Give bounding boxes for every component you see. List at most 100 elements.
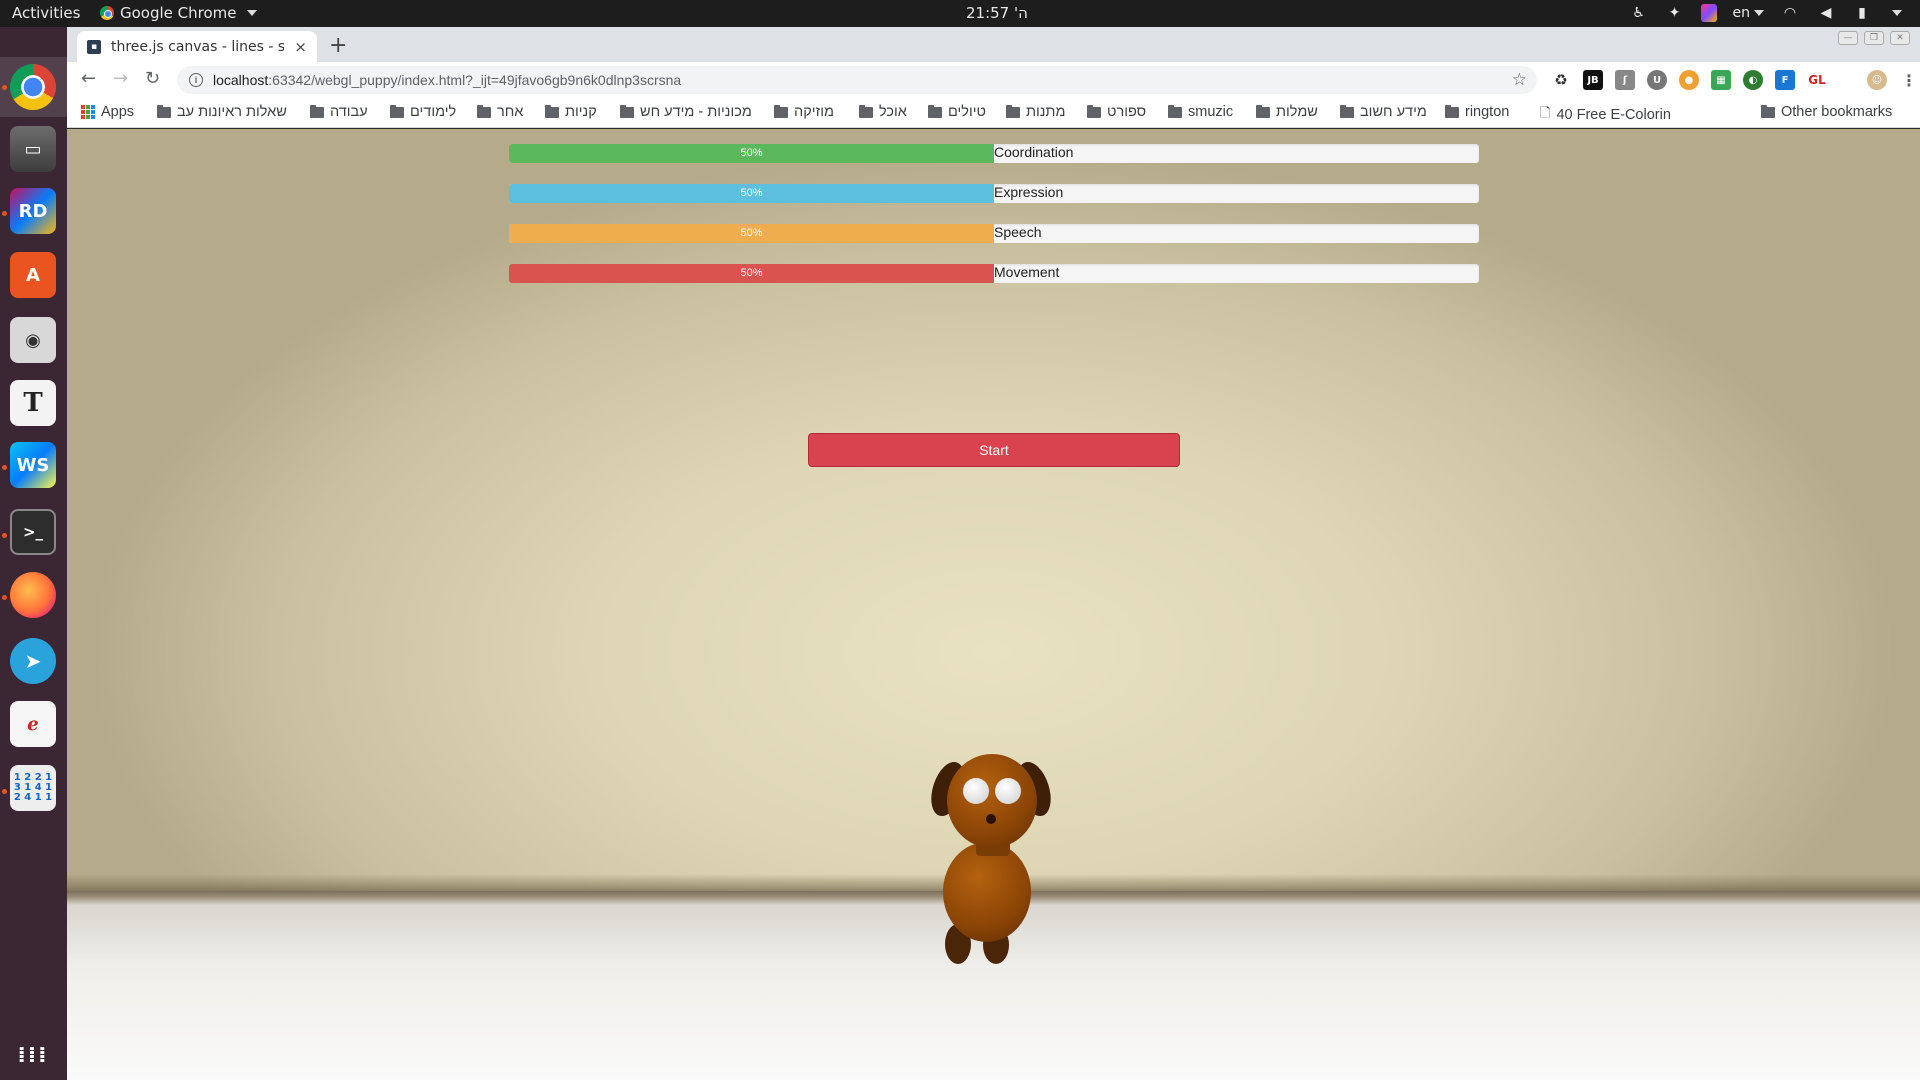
language-selector[interactable]: en <box>1732 3 1764 23</box>
bookmark-folder[interactable]: ספורט <box>1087 104 1146 120</box>
files-icon[interactable]: ▭ <box>10 126 56 172</box>
document-viewer-icon[interactable]: ℯ <box>10 701 56 747</box>
site-info-icon[interactable]: i <box>189 73 203 87</box>
close-tab-icon[interactable]: × <box>294 38 307 56</box>
folder-icon <box>774 104 788 118</box>
folder-icon <box>310 104 324 118</box>
recycle-extension-icon[interactable]: ♻ <box>1551 70 1571 90</box>
bookmark-star-icon[interactable]: ☆ <box>1512 70 1527 90</box>
typora-icon[interactable]: T <box>10 380 56 426</box>
chevron-down-icon <box>246 10 257 16</box>
fl-extension-icon[interactable]: F <box>1775 70 1795 90</box>
puppy-model[interactable] <box>925 754 1063 964</box>
url-host: localhost <box>213 72 269 88</box>
browser-toolbar: ← → ↻ i localhost:63342/webgl_puppy/inde… <box>67 62 1920 98</box>
reload-button[interactable]: ↻ <box>145 68 160 89</box>
bookmark-folder[interactable]: מתנות <box>1006 104 1065 120</box>
top-bar: Activities Google Chrome 21:57 'ה ♿ ✦ en… <box>0 0 1920 27</box>
puppy-head <box>947 754 1037 848</box>
bookmark-folder[interactable]: טיולים <box>928 104 986 120</box>
bookmark-folder[interactable]: מכוניות - מידע חש <box>620 104 752 120</box>
url-path: :63342/webgl_puppy/index.html?_ijt=49jfa… <box>268 72 682 88</box>
other-bookmarks[interactable]: Other bookmarks <box>1761 104 1892 120</box>
skill-bar: 50% Speech <box>509 224 1479 243</box>
jetbrains-toolbox-icon[interactable] <box>1700 4 1717 22</box>
bookmark-folder[interactable]: קניות <box>545 104 597 120</box>
folder-icon <box>390 104 404 118</box>
bookmark-folder[interactable]: שאלות ראיונות עב <box>157 104 287 120</box>
bookmark-label: smuzic <box>1188 104 1234 120</box>
show-apps-icon[interactable]: ⁞⁞⁞ <box>10 1032 56 1078</box>
skill-bar-fill: 50% <box>509 184 994 203</box>
activities-button[interactable]: Activities <box>12 4 80 22</box>
ublock-extension-icon[interactable]: U <box>1647 70 1667 90</box>
running-indicator <box>2 465 7 470</box>
browser-tab[interactable]: ▪ three.js canvas - lines - sp × <box>77 31 317 62</box>
chrome-icon[interactable] <box>10 64 56 110</box>
forward-button[interactable]: → <box>113 68 128 89</box>
chevron-down-icon[interactable] <box>1892 10 1902 16</box>
wifi-icon[interactable]: ◠ <box>1780 3 1800 23</box>
address-bar[interactable]: i localhost:63342/webgl_puppy/index.html… <box>177 66 1537 94</box>
screenshot-icon[interactable]: ◉ <box>10 317 56 363</box>
language-label: en <box>1732 5 1751 21</box>
menu-kebab-icon[interactable]: ⋮ <box>1899 70 1919 90</box>
bookmark-folder[interactable]: עבודה <box>310 104 368 120</box>
puppy-body <box>943 842 1031 942</box>
page-icon: 🗋 <box>1540 105 1551 120</box>
folder-icon <box>859 104 873 118</box>
page-canvas[interactable]: 50% Coordination 50% Expression 50% Speech 50%… <box>67 129 1920 1080</box>
close-window-button[interactable]: ✕ <box>1890 31 1910 45</box>
rider-icon[interactable]: RD <box>10 188 56 234</box>
running-indicator <box>2 595 7 600</box>
maximize-button[interactable]: ❐ <box>1864 31 1884 45</box>
skill-bar: 50% Expression <box>509 184 1479 203</box>
sheets-extension-icon[interactable]: ▦ <box>1711 70 1731 90</box>
bookmark-label: Other bookmarks <box>1781 104 1893 120</box>
accessibility-icon[interactable]: ♿ <box>1629 3 1649 23</box>
bookmark-folder[interactable]: rington <box>1445 104 1509 120</box>
bookmark-folder[interactable]: לימודים <box>390 104 456 120</box>
telegram-icon[interactable]: ➤ <box>10 638 56 684</box>
app-menu[interactable]: Google Chrome <box>100 4 257 22</box>
jetbrains-extension-icon[interactable]: JB <box>1583 70 1603 90</box>
running-indicator <box>2 85 7 90</box>
back-button[interactable]: ← <box>81 68 96 89</box>
start-button[interactable]: Start <box>808 433 1180 467</box>
bookmark-apps[interactable]: Apps <box>81 104 134 120</box>
bookmark-folder[interactable]: מוזיקה <box>774 104 834 120</box>
clock[interactable]: 21:57 'ה <box>966 4 1028 22</box>
bookmark-page[interactable]: 🗋 40 Free E-Colorin <box>1540 104 1671 126</box>
profile-avatar[interactable]: ☺ <box>1867 70 1887 90</box>
bookmark-label: אוכל <box>879 104 907 120</box>
bookmark-label: טיולים <box>948 104 986 120</box>
script-extension-icon[interactable]: ʃ <box>1615 70 1635 90</box>
skill-bar-label: Coordination <box>994 144 1074 160</box>
skill-bar-label: Movement <box>994 264 1060 280</box>
bookmark-folder[interactable]: שמלות <box>1256 104 1318 120</box>
bookmark-folder[interactable]: אחר <box>477 104 523 120</box>
bookmark-folder[interactable]: מידע חשוב <box>1340 104 1427 120</box>
bookmark-folder[interactable]: smuzic <box>1168 104 1233 120</box>
dropbox-icon[interactable]: ✦ <box>1665 3 1685 23</box>
running-indicator <box>2 789 7 794</box>
minimize-button[interactable]: — <box>1838 31 1858 45</box>
volume-icon[interactable]: ◀ <box>1816 3 1836 23</box>
terminal-icon[interactable]: >_ <box>10 509 56 555</box>
puppy-eye <box>963 778 989 804</box>
gl-extension-icon[interactable]: GL <box>1807 70 1827 90</box>
folder-icon <box>1761 104 1775 118</box>
webstorm-icon[interactable]: WS <box>10 442 56 488</box>
software-center-icon[interactable]: A <box>10 252 56 298</box>
new-tab-button[interactable]: + <box>329 33 347 58</box>
bookmark-label: עבודה <box>330 104 368 120</box>
bookmark-label: מידע חשוב <box>1360 104 1427 120</box>
bookmark-label: ספורט <box>1107 104 1147 120</box>
firefox-icon[interactable] <box>10 572 56 618</box>
webstorm-favicon-icon: ▪ <box>87 39 101 54</box>
bookmark-folder[interactable]: אוכל <box>859 104 907 120</box>
battery-icon[interactable]: ▮ <box>1852 3 1872 23</box>
cookie-extension-icon[interactable]: ● <box>1679 70 1699 90</box>
sudoku-icon[interactable]: 1 2 2 13 1 4 12 4 1 1 <box>10 765 56 811</box>
toggle-off-extension-icon[interactable]: ◐ <box>1743 70 1763 90</box>
